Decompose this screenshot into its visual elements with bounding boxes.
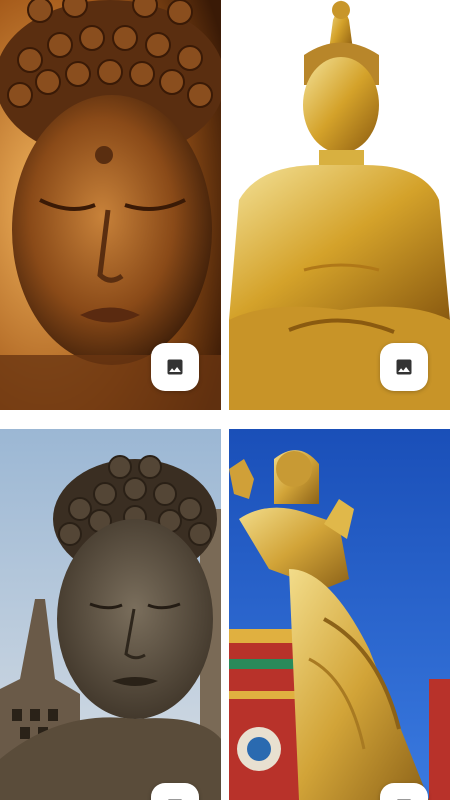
image-icon-button[interactable] (380, 783, 428, 800)
image-icon-button[interactable] (151, 343, 199, 391)
image-grid (0, 0, 450, 800)
image-tile-2[interactable] (229, 0, 450, 410)
image-tile-1[interactable] (0, 0, 221, 410)
buddha-golden-standing-image (229, 429, 450, 800)
buddha-stone-head-image (0, 429, 221, 800)
image-icon (167, 359, 183, 375)
image-icon (396, 359, 412, 375)
image-tile-4[interactable] (229, 429, 450, 800)
image-icon-button[interactable] (380, 343, 428, 391)
image-icon-button[interactable] (151, 783, 199, 800)
image-tile-3[interactable] (0, 429, 221, 800)
